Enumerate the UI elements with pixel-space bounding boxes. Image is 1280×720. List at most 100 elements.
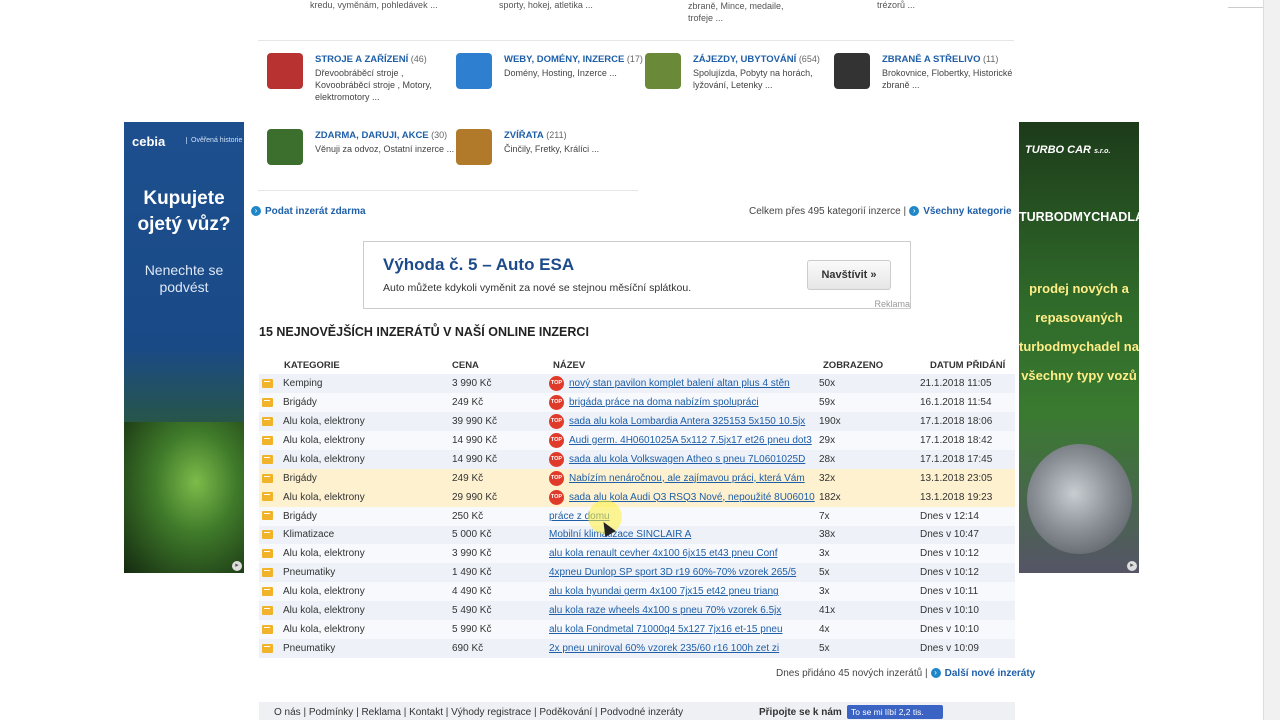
top-badge-icon: TOP <box>549 413 564 429</box>
category-stroje[interactable]: STROJE A ZAŘÍZENÍ (46) Dřevoobráběcí stro… <box>267 53 452 113</box>
table-row[interactable]: Brigády 250 Kč práce z domu 7x Dnes v 12:14 <box>259 506 1015 526</box>
category-zbrane[interactable]: ZBRANĚ A STŘELIVO (11) Brokovnice, Flober… <box>834 53 1019 113</box>
row-price: 1 490 Kč <box>452 567 492 579</box>
table-row[interactable]: Brigády 249 Kč TOP Nabízím nenáročnou, ale … <box>259 468 1015 488</box>
top-badge-icon: TOP <box>549 451 564 467</box>
category-zajezdy[interactable]: ZÁJEZDY, UBYTOVÁNÍ (654) Spolujízda, Poby… <box>645 53 830 113</box>
facebook-like-button[interactable]: To se mi líbí 2,2 tis. <box>847 705 943 719</box>
table-row[interactable]: Kemping 3 990 Kč TOP nový stan pavilon komp… <box>259 374 1015 393</box>
category-fragment: trézorů ... <box>877 0 916 10</box>
table-row[interactable]: Klimatizace 5 000 Kč Mobilní klimatizace S… <box>259 525 1015 545</box>
section-title: 15 NEJNOVĚJŠÍCH INZERÁTŮ V NAŠÍ ONLINE I… <box>259 325 589 339</box>
category-title[interactable]: ZÁJEZDY, UBYTOVÁNÍ <box>693 54 796 65</box>
row-date: Dnes v 10:12 <box>920 548 979 560</box>
turbocharger-image <box>1027 444 1132 554</box>
all-categories-link[interactable]: Všechny kategorie <box>923 206 1011 217</box>
table-row[interactable]: Alu kola, elektrony 3 990 Kč alu kola rena… <box>259 544 1015 564</box>
row-price: 5 990 Kč <box>452 624 492 636</box>
cebia-tagline: Ověřená historie <box>186 137 242 144</box>
category-count: (30) <box>431 130 448 140</box>
row-views: 5x <box>819 643 830 655</box>
row-category: Alu kola, elektrony <box>283 586 365 598</box>
category-title[interactable]: ZVÍŘATA <box>504 130 544 141</box>
row-title-link[interactable]: Mobilní klimatizace SINCLAIR A <box>549 529 691 540</box>
table-row[interactable]: Alu kola, elektrony 4 490 Kč alu kola hyun… <box>259 582 1015 602</box>
row-title-link[interactable]: brigáda práce na doma nabízím spolupráci <box>569 397 759 408</box>
top-badge-icon: TOP <box>549 375 564 391</box>
row-views: 3x <box>819 586 830 598</box>
category-fragment: zbraně, Mince, medaile, trofeje ... <box>688 1 784 23</box>
folder-icon <box>262 473 273 483</box>
row-title-link[interactable]: alu kola raze wheels 4x100 s pneu 70% vz… <box>549 605 781 616</box>
row-date: Dnes v 12:14 <box>920 510 979 522</box>
category-title[interactable]: ZDARMA, DARUJI, AKCE <box>315 130 429 141</box>
listings-table: Kemping 3 990 Kč TOP nový stan pavilon komp… <box>259 374 1015 659</box>
post-ad-link[interactable]: › Podat inzerát zdarma <box>251 205 366 217</box>
folder-icon <box>262 435 273 445</box>
folder-icon <box>262 587 273 597</box>
category-zvirata[interactable]: ZVÍŘATA (211) Činčily, Fretky, Králíci ..… <box>456 129 641 189</box>
header-price: CENA <box>452 360 479 371</box>
row-date: 21.1.2018 11:05 <box>920 377 992 389</box>
category-zdarma[interactable]: ZDARMA, DARUJI, AKCE (30) Věnuji za odvoz… <box>267 129 454 189</box>
row-title-link[interactable]: alu kola hyundai germ 4x100 7jx15 et42 p… <box>549 586 779 597</box>
row-date: 17.1.2018 18:42 <box>920 434 993 446</box>
table-row[interactable]: Alu kola, elektrony 39 990 Kč TOP sada alu … <box>259 411 1015 431</box>
ad-choices-icon[interactable]: ▸ <box>1127 561 1137 571</box>
category-title[interactable]: STROJE A ZAŘÍZENÍ <box>315 54 408 65</box>
post-ad-label[interactable]: Podat inzerát zdarma <box>265 206 366 217</box>
more-ads-link[interactable]: Další nové inzeráty <box>945 668 1036 679</box>
row-title-link[interactable]: 4xpneu Dunlop SP sport 3D r19 60%-70% vz… <box>549 567 796 578</box>
table-row[interactable]: Brigády 249 Kč TOP brigáda práce na doma na… <box>259 392 1015 412</box>
cebia-logo: cebia <box>132 134 166 149</box>
table-row[interactable]: Alu kola, elektrony 14 990 Kč TOP sada alu … <box>259 449 1015 469</box>
row-title-link[interactable]: 2x pneu uniroval 60% vzorek 235/60 r16 1… <box>549 643 779 654</box>
row-date: 17.1.2018 17:45 <box>920 453 993 465</box>
row-date: Dnes v 10:10 <box>920 605 979 617</box>
visit-button[interactable]: Navštívit » <box>807 260 891 290</box>
banner-title: Výhoda č. 5 – Auto ESA <box>383 255 575 274</box>
top-badge-icon: TOP <box>549 394 564 410</box>
table-row[interactable]: Pneumatiky 690 Kč 2x pneu uniroval 60% vzo… <box>259 639 1015 659</box>
table-row[interactable]: Alu kola, elektrony 29 990 Kč TOP sada alu … <box>259 487 1015 507</box>
row-date: Dnes v 10:10 <box>920 624 979 636</box>
scrollbar[interactable] <box>1263 0 1280 720</box>
row-views: 7x <box>819 510 830 522</box>
arrow-circle-icon: › <box>930 668 941 679</box>
category-title[interactable]: WEBY, DOMÉNY, INZERCE <box>504 54 624 65</box>
row-title-link[interactable]: sada alu kola Volkswagen Atheo s pneu 7L… <box>569 454 805 465</box>
top-badge-icon: TOP <box>549 470 564 486</box>
row-price: 14 990 Kč <box>452 453 498 465</box>
category-title[interactable]: ZBRANĚ A STŘELIVO <box>882 54 981 65</box>
row-title-link[interactable]: nový stan pavilon komplet balení altan p… <box>569 378 790 389</box>
header-name: NÁZEV <box>553 360 586 371</box>
row-title-link[interactable]: alu kola renault cevher 4x100 6jx15 et43… <box>549 548 778 559</box>
category-subs: Brokovnice, Flobertky, Historické zbraně… <box>882 68 1013 90</box>
table-row[interactable]: Alu kola, elektrony 5 990 Kč alu kola Fond… <box>259 620 1015 640</box>
folder-icon <box>262 378 273 388</box>
row-title-link[interactable]: sada alu kola Lombardia Antera 325153 5x… <box>569 416 805 427</box>
row-date: Dnes v 10:47 <box>920 529 979 541</box>
row-date: 13.1.2018 19:23 <box>920 491 993 503</box>
row-title-link[interactable]: Audi germ. 4H0601025A 5x112 7.5jx17 et26… <box>569 435 812 446</box>
banner-desc: Auto můžete kdykoli vyměnit za nové se s… <box>383 282 692 294</box>
category-weby[interactable]: WEBY, DOMÉNY, INZERCE (17) Domény, Hostin… <box>456 53 643 113</box>
table-row[interactable]: Alu kola, elektrony 14 990 Kč TOP Audi germ… <box>259 430 1015 450</box>
table-row[interactable]: Pneumatiky 1 490 Kč 4xpneu Dunlop SP sport… <box>259 563 1015 583</box>
ad-turbocar[interactable]: TURBO CAR s.r.o. TURBODMYCHADLA prodej n… <box>1019 122 1139 573</box>
total-text: Celkem přes 495 kategorií inzerce | <box>749 206 907 217</box>
row-title-link[interactable]: Nabízím nenáročnou, ale zajímavou práci,… <box>569 473 805 484</box>
ad-choices-icon[interactable]: ▸ <box>232 561 242 571</box>
category-fragment: sporty, hokej, atletika ... <box>499 0 593 10</box>
footer-links[interactable]: O nás | Podmínky | Reklama | Kontakt | V… <box>274 707 683 718</box>
folder-icon <box>262 454 273 464</box>
ad-cebia[interactable]: cebia Ověřená historie Kupujete ojetý vů… <box>124 122 244 573</box>
row-category: Pneumatiky <box>283 567 336 579</box>
row-title-link[interactable]: alu kola Fondmetal 71000q4 5x127 7jx16 e… <box>549 624 783 635</box>
header-date: DATUM PŘIDÁNÍ <box>930 360 1006 371</box>
auto-esa-banner[interactable]: Výhoda č. 5 – Auto ESA Auto můžete kdyko… <box>363 241 911 309</box>
arrow-circle-icon: › <box>909 206 920 217</box>
row-date: 16.1.2018 11:54 <box>920 396 992 408</box>
row-date: Dnes v 10:11 <box>920 586 979 598</box>
table-row[interactable]: Alu kola, elektrony 5 490 Kč alu kola raze… <box>259 601 1015 621</box>
